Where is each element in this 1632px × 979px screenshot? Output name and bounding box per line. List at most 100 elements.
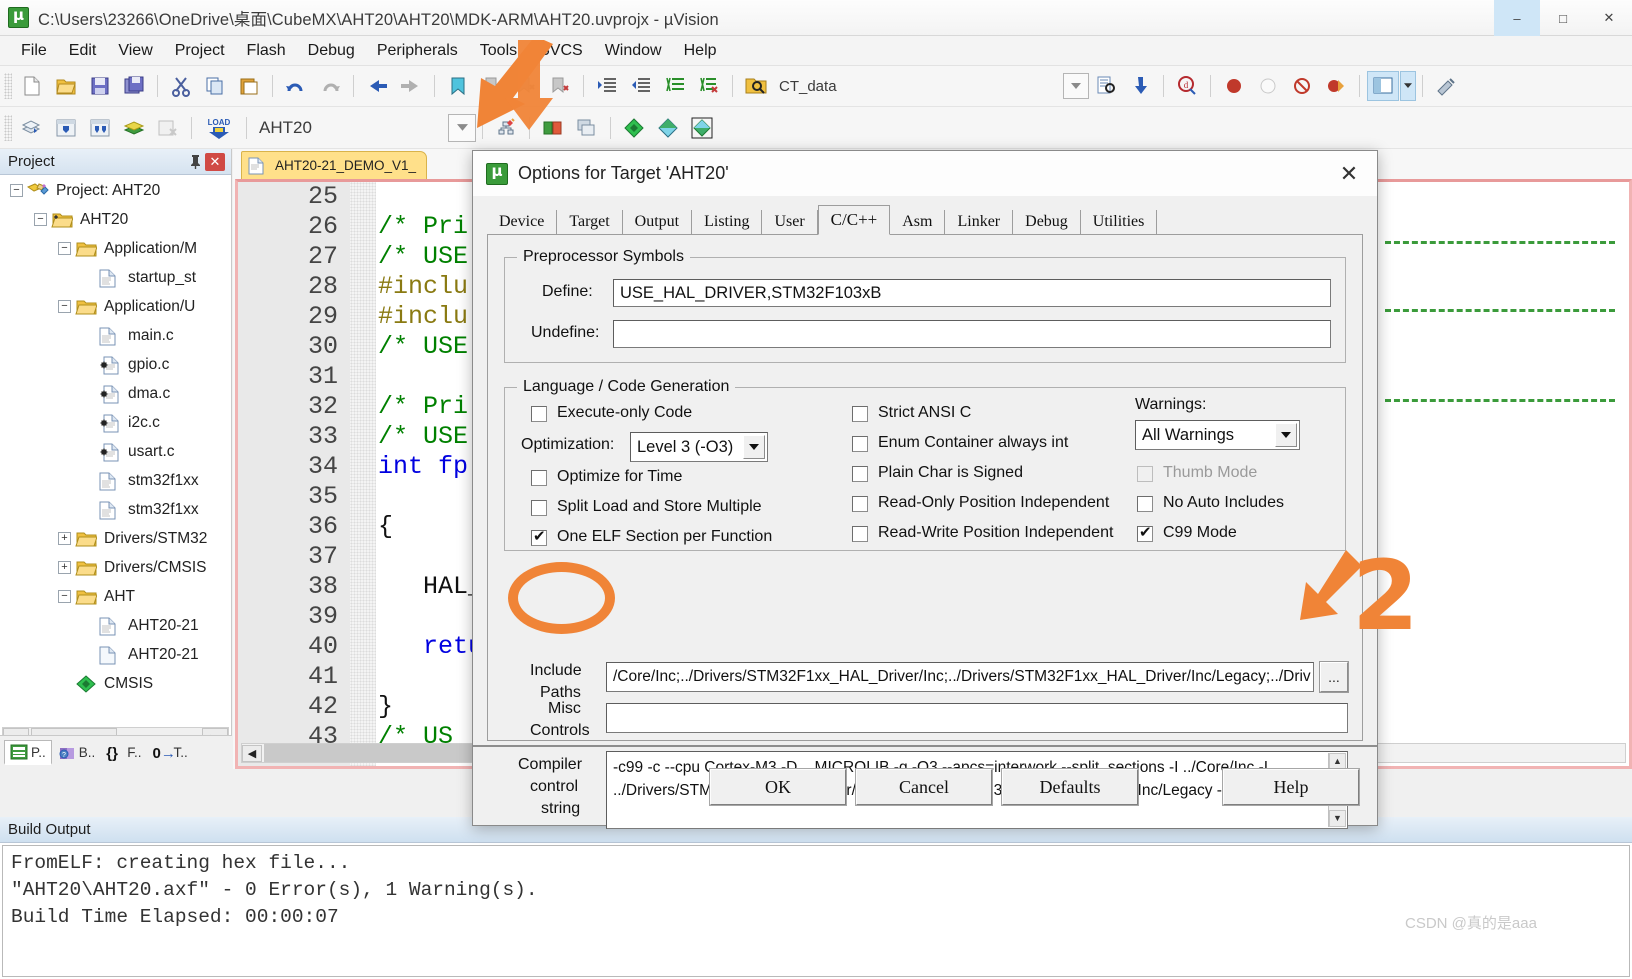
window-layout-dropdown[interactable]	[1400, 71, 1416, 101]
misc-controls-input[interactable]	[606, 703, 1348, 733]
breakpoint-icon[interactable]	[1218, 71, 1250, 101]
dialog-close-icon[interactable]: ✕	[1321, 151, 1377, 196]
build-output-text[interactable]: FromELF: creating hex file... "AHT20\AHT2…	[2, 845, 1630, 977]
find-in-files-icon[interactable]	[740, 71, 772, 101]
tab-output[interactable]: Output	[622, 210, 693, 234]
tab-utilities[interactable]: Utilities	[1080, 210, 1158, 234]
include-paths-input[interactable]: /Core/Inc;../Drivers/STM32F1xx_HAL_Drive…	[606, 662, 1314, 692]
configuration-wizard-icon[interactable]	[1430, 71, 1462, 101]
menu-edit[interactable]: Edit	[58, 40, 108, 62]
collapse-icon[interactable]: −	[58, 590, 71, 603]
menu-project[interactable]: Project	[164, 40, 236, 62]
ok-button[interactable]: OK	[710, 769, 846, 805]
tree-item[interactable]: + Drivers/CMSIS	[0, 553, 231, 582]
tab-c-cpp[interactable]: C/C++	[817, 205, 891, 235]
tab-listing[interactable]: Listing	[692, 210, 763, 234]
tree-item[interactable]: gpio.c	[0, 350, 231, 379]
read-only-position-independent-checkbox[interactable]	[852, 496, 868, 512]
tab-linker[interactable]: Linker	[945, 210, 1014, 234]
target-selector[interactable]: AHT20	[253, 114, 448, 142]
optimization-select[interactable]: Level 3 (-O3)	[630, 432, 768, 462]
split-load-store-checkbox[interactable]	[531, 500, 547, 516]
bookmark-toggle-icon[interactable]	[442, 71, 474, 101]
tab-device[interactable]: Device	[487, 210, 558, 234]
strict-ansi-c-checkbox[interactable]	[852, 406, 868, 422]
breakpoint-disabled-icon[interactable]	[1252, 71, 1284, 101]
bookmark-prev-icon[interactable]	[476, 71, 508, 101]
menu-help[interactable]: Help	[673, 40, 728, 62]
outdent-icon[interactable]	[625, 71, 657, 101]
tab-project[interactable]: P..	[4, 740, 52, 765]
close-window-button[interactable]: ✕	[1586, 0, 1632, 36]
toolbar-grip[interactable]	[4, 73, 12, 99]
tree-item[interactable]: startup_st	[0, 263, 231, 292]
read-write-position-independent-checkbox[interactable]	[852, 526, 868, 542]
redo-icon[interactable]	[314, 71, 346, 101]
define-input[interactable]: USE_HAL_DRIVER,STM32F103xB	[613, 279, 1331, 307]
copy-icon[interactable]	[199, 71, 231, 101]
insert-icon[interactable]	[1124, 71, 1156, 101]
tree-item[interactable]: i2c.c	[0, 408, 231, 437]
menu-view[interactable]: View	[107, 40, 163, 62]
menu-tools[interactable]: Tools	[469, 40, 528, 62]
undefine-input[interactable]	[613, 320, 1331, 348]
pack-installer-icon[interactable]	[618, 113, 650, 143]
include-paths-browse-button[interactable]: ...	[1320, 662, 1348, 692]
tree-item[interactable]: − AHT	[0, 582, 231, 611]
tree-item[interactable]: + Drivers/STM32	[0, 524, 231, 553]
tree-item[interactable]: − AHT20	[0, 205, 231, 234]
download-icon[interactable]: LOAD	[199, 113, 239, 143]
expand-icon[interactable]: +	[58, 532, 71, 545]
tab-target[interactable]: Target	[557, 210, 623, 234]
batch-build-icon[interactable]	[118, 113, 150, 143]
tab-debug[interactable]: Debug	[1013, 210, 1081, 234]
minimize-button[interactable]: –	[1494, 0, 1540, 36]
bookmark-clear-icon[interactable]	[544, 71, 576, 101]
collapse-icon[interactable]: −	[10, 184, 23, 197]
tree-item[interactable]: usart.c	[0, 437, 231, 466]
tree-item[interactable]: − Application/U	[0, 292, 231, 321]
c99-mode-checkbox[interactable]	[1137, 523, 1153, 542]
chevron-down-icon[interactable]	[1275, 423, 1297, 447]
bookmark-next-icon[interactable]	[510, 71, 542, 101]
indent-icon[interactable]	[591, 71, 623, 101]
uncomment-icon[interactable]	[693, 71, 725, 101]
menu-flash[interactable]: Flash	[236, 40, 297, 62]
select-software-packs-icon[interactable]	[686, 113, 718, 143]
build-icon[interactable]	[50, 113, 82, 143]
tree-item[interactable]: − Application/M	[0, 234, 231, 263]
tree-item[interactable]: AHT20-21	[0, 611, 231, 640]
menu-svcs[interactable]: SVCS	[528, 40, 594, 62]
collapse-icon[interactable]: −	[58, 300, 71, 313]
enum-container-int-checkbox[interactable]	[852, 436, 868, 452]
undo-icon[interactable]	[280, 71, 312, 101]
tab-books[interactable]: ? B..	[53, 742, 101, 764]
menu-window[interactable]: Window	[594, 40, 673, 62]
optimize-for-time-checkbox[interactable]	[531, 470, 547, 486]
manage-runtime-env-icon[interactable]	[537, 113, 569, 143]
code-fold-column[interactable]	[350, 182, 376, 766]
save-icon[interactable]	[84, 71, 116, 101]
cut-icon[interactable]	[165, 71, 197, 101]
tree-item[interactable]: dma.c	[0, 379, 231, 408]
find-next-icon[interactable]	[1090, 71, 1122, 101]
no-auto-includes-checkbox[interactable]	[1137, 496, 1153, 512]
navigate-forward-icon[interactable]	[395, 71, 427, 101]
document-tab-active[interactable]: AHT20-21_DEMO_V1_	[241, 151, 428, 179]
plain-char-signed-checkbox[interactable]	[852, 466, 868, 482]
tab-templates[interactable]: 0→ T..	[148, 742, 193, 764]
comment-icon[interactable]	[659, 71, 691, 101]
stop-build-icon[interactable]	[152, 113, 184, 143]
rebuild-icon[interactable]	[84, 113, 116, 143]
pin-icon[interactable]	[185, 152, 205, 172]
tree-item[interactable]: main.c	[0, 321, 231, 350]
kill-all-breakpoints-icon[interactable]	[1320, 71, 1352, 101]
maximize-button[interactable]: □	[1540, 0, 1586, 36]
expand-icon[interactable]: +	[58, 561, 71, 574]
collapse-icon[interactable]: −	[34, 213, 47, 226]
chevron-down-icon[interactable]	[743, 435, 765, 459]
tree-item[interactable]: − Project: AHT20	[0, 176, 231, 205]
one-elf-section-checkbox[interactable]	[531, 527, 547, 546]
help-button[interactable]: Help	[1223, 769, 1359, 805]
tab-asm[interactable]: Asm	[890, 210, 946, 234]
